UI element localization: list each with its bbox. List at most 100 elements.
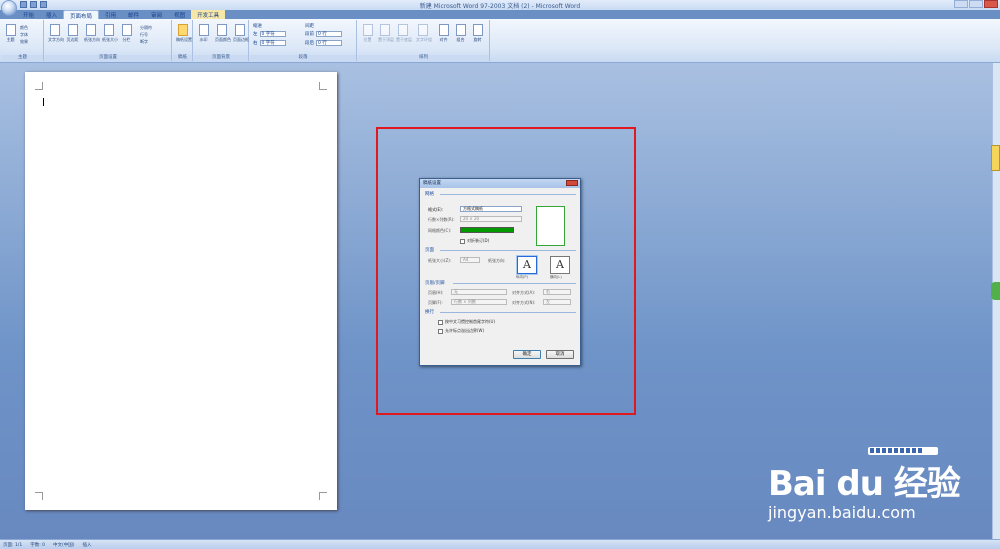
text-wrap-icon <box>417 24 428 36</box>
space-after: 段后 0 行 <box>305 40 342 46</box>
page-borders-button[interactable]: 页面边框 <box>233 24 249 43</box>
header-align-select[interactable]: 右 <box>543 289 571 295</box>
position-icon <box>362 24 373 36</box>
ime-icon[interactable] <box>906 448 910 453</box>
hyphenation-button[interactable]: 断字 <box>140 38 152 45</box>
text-wrap-button[interactable]: 文字环绕 <box>416 24 432 43</box>
rotate-button[interactable]: 旋转 <box>471 24 484 43</box>
ime-icon[interactable] <box>870 448 874 453</box>
page-borders-icon <box>234 24 245 36</box>
watermark-icon <box>198 24 209 36</box>
ime-toolbar[interactable] <box>868 447 938 455</box>
group-objects-button[interactable]: 组合 <box>454 24 467 43</box>
divider <box>440 194 576 195</box>
theme-effects-button[interactable]: 效果 <box>20 38 28 45</box>
status-bar: 页面: 1/1 字数: 0 中文(中国) 插入 <box>0 539 1000 549</box>
rows-cols-select[interactable]: 20 × 20 <box>460 216 522 222</box>
ime-icon[interactable] <box>876 448 880 453</box>
side-widget-green[interactable] <box>991 282 1000 300</box>
group-page-setup: 文字方向 页边距 纸张方向 纸张大小 分栏 分隔符 行号 断字 页面设置 <box>45 20 172 61</box>
align-button[interactable]: 对齐 <box>437 24 450 43</box>
align-icon <box>438 24 449 36</box>
side-widget[interactable] <box>991 145 1000 171</box>
paper-size-select[interactable]: A4 <box>460 257 480 263</box>
orientation-button[interactable]: 纸张方向 <box>84 24 100 43</box>
ime-icon[interactable] <box>912 448 916 453</box>
send-back-button[interactable]: 置于底层 <box>396 24 412 43</box>
manuscript-settings-button[interactable]: 稿纸设置 <box>176 24 192 43</box>
ime-icon[interactable] <box>882 448 886 453</box>
dialog-title: 稿纸设置 <box>423 181 441 186</box>
format-label: 格式(E): <box>428 207 443 212</box>
ime-icon[interactable] <box>900 448 904 453</box>
ime-icon[interactable] <box>888 448 892 453</box>
format-select[interactable]: 方格式稿纸 <box>460 206 522 212</box>
ime-icon[interactable] <box>894 448 898 453</box>
punctuation-overflow-checkbox[interactable]: 允许标点溢出边界(W) <box>438 328 484 334</box>
indent-title: 缩进 <box>253 24 262 29</box>
cancel-button[interactable]: 取消 <box>546 350 574 359</box>
landscape-label: 横向(L) <box>550 275 562 279</box>
breaks-button[interactable]: 分隔符 <box>140 24 152 31</box>
footer-select[interactable]: 行数 × 列数 <box>451 299 507 305</box>
landscape-option[interactable]: A <box>550 256 570 274</box>
watermark-button[interactable]: 水印 <box>197 24 210 43</box>
chinese-rules-checkbox[interactable]: 按中文习惯控制首尾字符(U) <box>438 319 495 325</box>
indent-right-input[interactable]: 0 字符 <box>259 40 286 46</box>
bring-front-button[interactable]: 置于顶层 <box>378 24 394 43</box>
group-arrange: 位置 置于顶层 置于底层 文字环绕 对齐 组合 旋转 排列 <box>358 20 490 61</box>
dialog-title-bar: 稿纸设置 <box>420 179 580 188</box>
group-label: 主题 <box>2 55 43 61</box>
crop-mark <box>319 82 327 90</box>
group-icon <box>455 24 466 36</box>
indent-left-input[interactable]: 0 字符 <box>259 31 286 37</box>
text-cursor <box>43 98 44 106</box>
minimize-button[interactable] <box>954 0 968 8</box>
document-page[interactable] <box>25 72 337 510</box>
vertical-scrollbar[interactable] <box>992 63 1000 539</box>
maximize-button[interactable] <box>969 0 983 8</box>
section-layout-title: 换行 <box>425 310 434 315</box>
margins-icon <box>67 24 78 36</box>
text-direction-button[interactable]: 文字方向 <box>48 24 64 43</box>
send-back-icon <box>397 24 408 36</box>
group-label: 页面设置 <box>45 55 171 61</box>
group-label: 稿纸 <box>173 55 192 61</box>
header-select[interactable]: 无 <box>451 289 507 295</box>
size-button[interactable]: 纸张大小 <box>102 24 118 43</box>
page-color-button[interactable]: 页面颜色 <box>215 24 231 43</box>
line-numbers-button[interactable]: 行号 <box>140 31 152 38</box>
grid-color-label: 网格颜色(C): <box>428 228 452 233</box>
theme-colors-button[interactable]: 颜色 <box>20 24 28 31</box>
close-button[interactable] <box>984 0 998 8</box>
space-before-input[interactable]: 0 行 <box>316 31 342 37</box>
grid-color-picker[interactable] <box>460 227 514 233</box>
bring-front-icon <box>379 24 390 36</box>
page-count[interactable]: 页面: 1/1 <box>3 542 22 548</box>
columns-button[interactable]: 分栏 <box>120 24 133 43</box>
dialog-close-button[interactable] <box>566 180 578 186</box>
ribbon: 主题 颜色 字体 效果 主题 文字方向 页边距 纸张方向 纸张大小 分栏 分隔符… <box>0 19 1000 63</box>
theme-fonts-button[interactable]: 字体 <box>20 31 28 38</box>
portrait-label: 纵向(P) <box>516 275 528 279</box>
office-button[interactable] <box>1 0 17 16</box>
ok-button[interactable]: 确定 <box>513 350 541 359</box>
word-count[interactable]: 字数: 0 <box>30 542 45 548</box>
footer-align-select[interactable]: 左 <box>543 299 571 305</box>
language-indicator[interactable]: 中文(中国) <box>53 542 75 548</box>
page-color-icon <box>216 24 227 36</box>
themes-icon <box>5 24 16 36</box>
paper-size-label: 纸张大小(Z): <box>428 258 452 263</box>
ime-icon[interactable] <box>918 448 922 453</box>
portrait-option[interactable]: A <box>517 256 537 274</box>
insert-mode[interactable]: 插入 <box>83 542 92 548</box>
fold-checkbox[interactable]: 对折装订(D) <box>460 238 489 244</box>
indent-left: 左0 字符 <box>253 31 286 37</box>
margins-button[interactable]: 页边距 <box>66 24 79 43</box>
space-before: 段前 0 行 <box>305 31 342 37</box>
space-after-input[interactable]: 0 行 <box>316 40 342 46</box>
themes-button[interactable]: 主题 <box>4 24 17 43</box>
footer-label: 页脚(F): <box>428 300 443 305</box>
divider <box>453 283 576 284</box>
position-button[interactable]: 位置 <box>361 24 374 43</box>
